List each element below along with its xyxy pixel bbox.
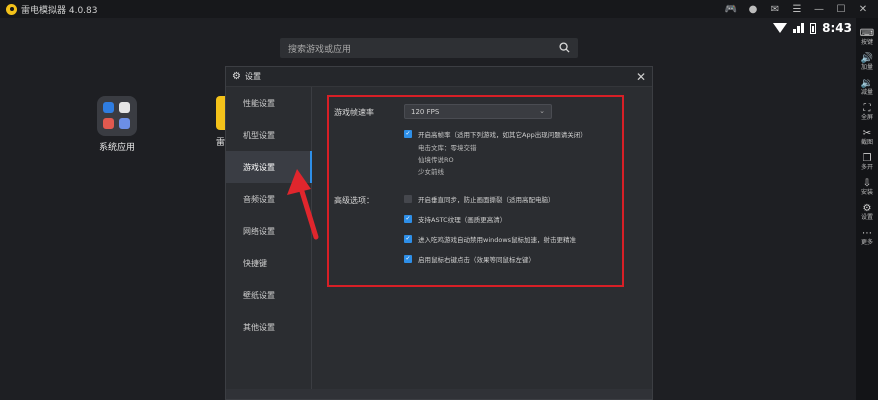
toolbar-more[interactable]: ⋯ 更多: [856, 228, 878, 247]
folder-icon: [97, 96, 137, 136]
red-highlight-box: [327, 95, 624, 287]
fullscreen-icon: ⛶: [863, 103, 871, 114]
title-bar: 雷电模拟器 4.0.83 🎮 ● ✉ ☰ — ☐ ✕: [0, 0, 878, 18]
app-title: 雷电模拟器 4.0.83: [21, 5, 98, 16]
scissors-icon: ✂: [862, 128, 872, 139]
nav-shortcuts[interactable]: 快捷键: [226, 247, 311, 279]
toolbar-volume-down[interactable]: 🔉 减量: [856, 78, 878, 97]
settings-icon: ⚙: [862, 203, 872, 214]
clock: 8:43: [822, 21, 852, 35]
toolbar-screenshot[interactable]: ✂ 截图: [856, 128, 878, 147]
dialog-footer: [226, 389, 652, 399]
android-status-bar: 8:43: [773, 19, 852, 37]
install-icon: ⇩: [862, 178, 872, 189]
nav-model[interactable]: 机型设置: [226, 119, 311, 151]
toolbar-settings[interactable]: ⚙ 设置: [856, 203, 878, 222]
volume-up-icon: 🔊: [860, 53, 874, 64]
red-arrow-annotation: [287, 169, 319, 240]
signal-icon: [793, 23, 805, 33]
more-icon: ⋯: [862, 228, 872, 239]
minimize-icon[interactable]: —: [808, 4, 830, 15]
gear-icon: ⚙: [232, 71, 241, 82]
wifi-icon: [773, 23, 788, 33]
toolbar-volume-up[interactable]: 🔊 加量: [856, 53, 878, 72]
system-apps-label: 系统应用: [98, 143, 135, 153]
volume-down-icon: 🔉: [860, 78, 874, 89]
emulator-window: 雷电模拟器 4.0.83 🎮 ● ✉ ☰ — ☐ ✕ 8:43 ⌨ 按键 🔊 加量 …: [0, 0, 878, 400]
dialog-title: 设置: [244, 72, 261, 81]
user-icon[interactable]: ●: [742, 4, 764, 15]
search-bar[interactable]: 搜索游戏或应用: [280, 38, 578, 58]
nav-wallpaper[interactable]: 壁纸设置: [226, 279, 311, 311]
toolbar-keyboard[interactable]: ⌨ 按键: [856, 28, 878, 47]
nav-performance[interactable]: 性能设置: [226, 87, 311, 119]
battery-icon: [810, 22, 817, 34]
dialog-header: ⚙ 设置 ✕: [226, 67, 652, 87]
toolbar-fullscreen[interactable]: ⛶ 全屏: [856, 103, 878, 122]
menu-icon[interactable]: ☰: [786, 4, 808, 15]
window-controls: 🎮 ● ✉ ☰ — ☐ ✕: [720, 0, 874, 18]
maximize-icon[interactable]: ☐: [830, 4, 852, 15]
mail-icon[interactable]: ✉: [764, 4, 786, 15]
search-icon[interactable]: [559, 42, 570, 53]
app-logo-icon: [6, 3, 17, 15]
right-toolbar: ⌨ 按键 🔊 加量 🔉 减量 ⛶ 全屏 ✂ 截图 ❐ 多开 ⇩ 安装 ⚙ 设置 ⋯ 更多: [856, 18, 878, 400]
close-icon[interactable]: ✕: [852, 4, 874, 15]
gamepad-icon[interactable]: 🎮: [720, 4, 742, 15]
system-apps-folder[interactable]: 系统应用: [96, 96, 138, 153]
search-input[interactable]: 搜索游戏或应用: [288, 42, 351, 55]
multi-window-icon: ❐: [862, 153, 872, 164]
close-icon[interactable]: ✕: [636, 70, 646, 84]
nav-other[interactable]: 其他设置: [226, 311, 311, 343]
toolbar-multi-instance[interactable]: ❐ 多开: [856, 153, 878, 172]
keyboard-icon: ⌨: [859, 28, 875, 39]
toolbar-install[interactable]: ⇩ 安装: [856, 178, 878, 197]
